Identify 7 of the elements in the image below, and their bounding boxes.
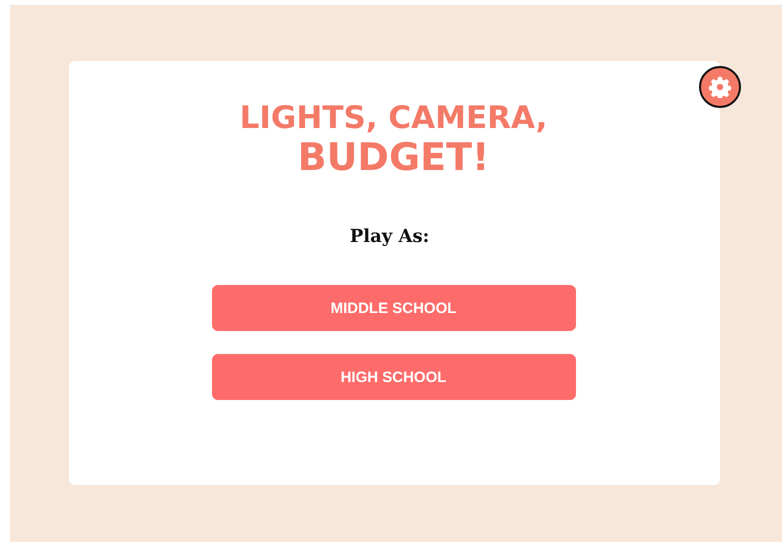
prompt-text: Play As: [350,226,430,247]
settings-button[interactable] [699,66,741,108]
game-title: BUDGET! [298,138,490,176]
settings-icon [709,76,731,98]
level-button[interactable]: HIGH SCHOOL [212,354,576,400]
game-title: LIGHTS, CAMERA, [240,103,548,134]
level-button[interactable]: MIDDLE SCHOOL [212,285,576,331]
